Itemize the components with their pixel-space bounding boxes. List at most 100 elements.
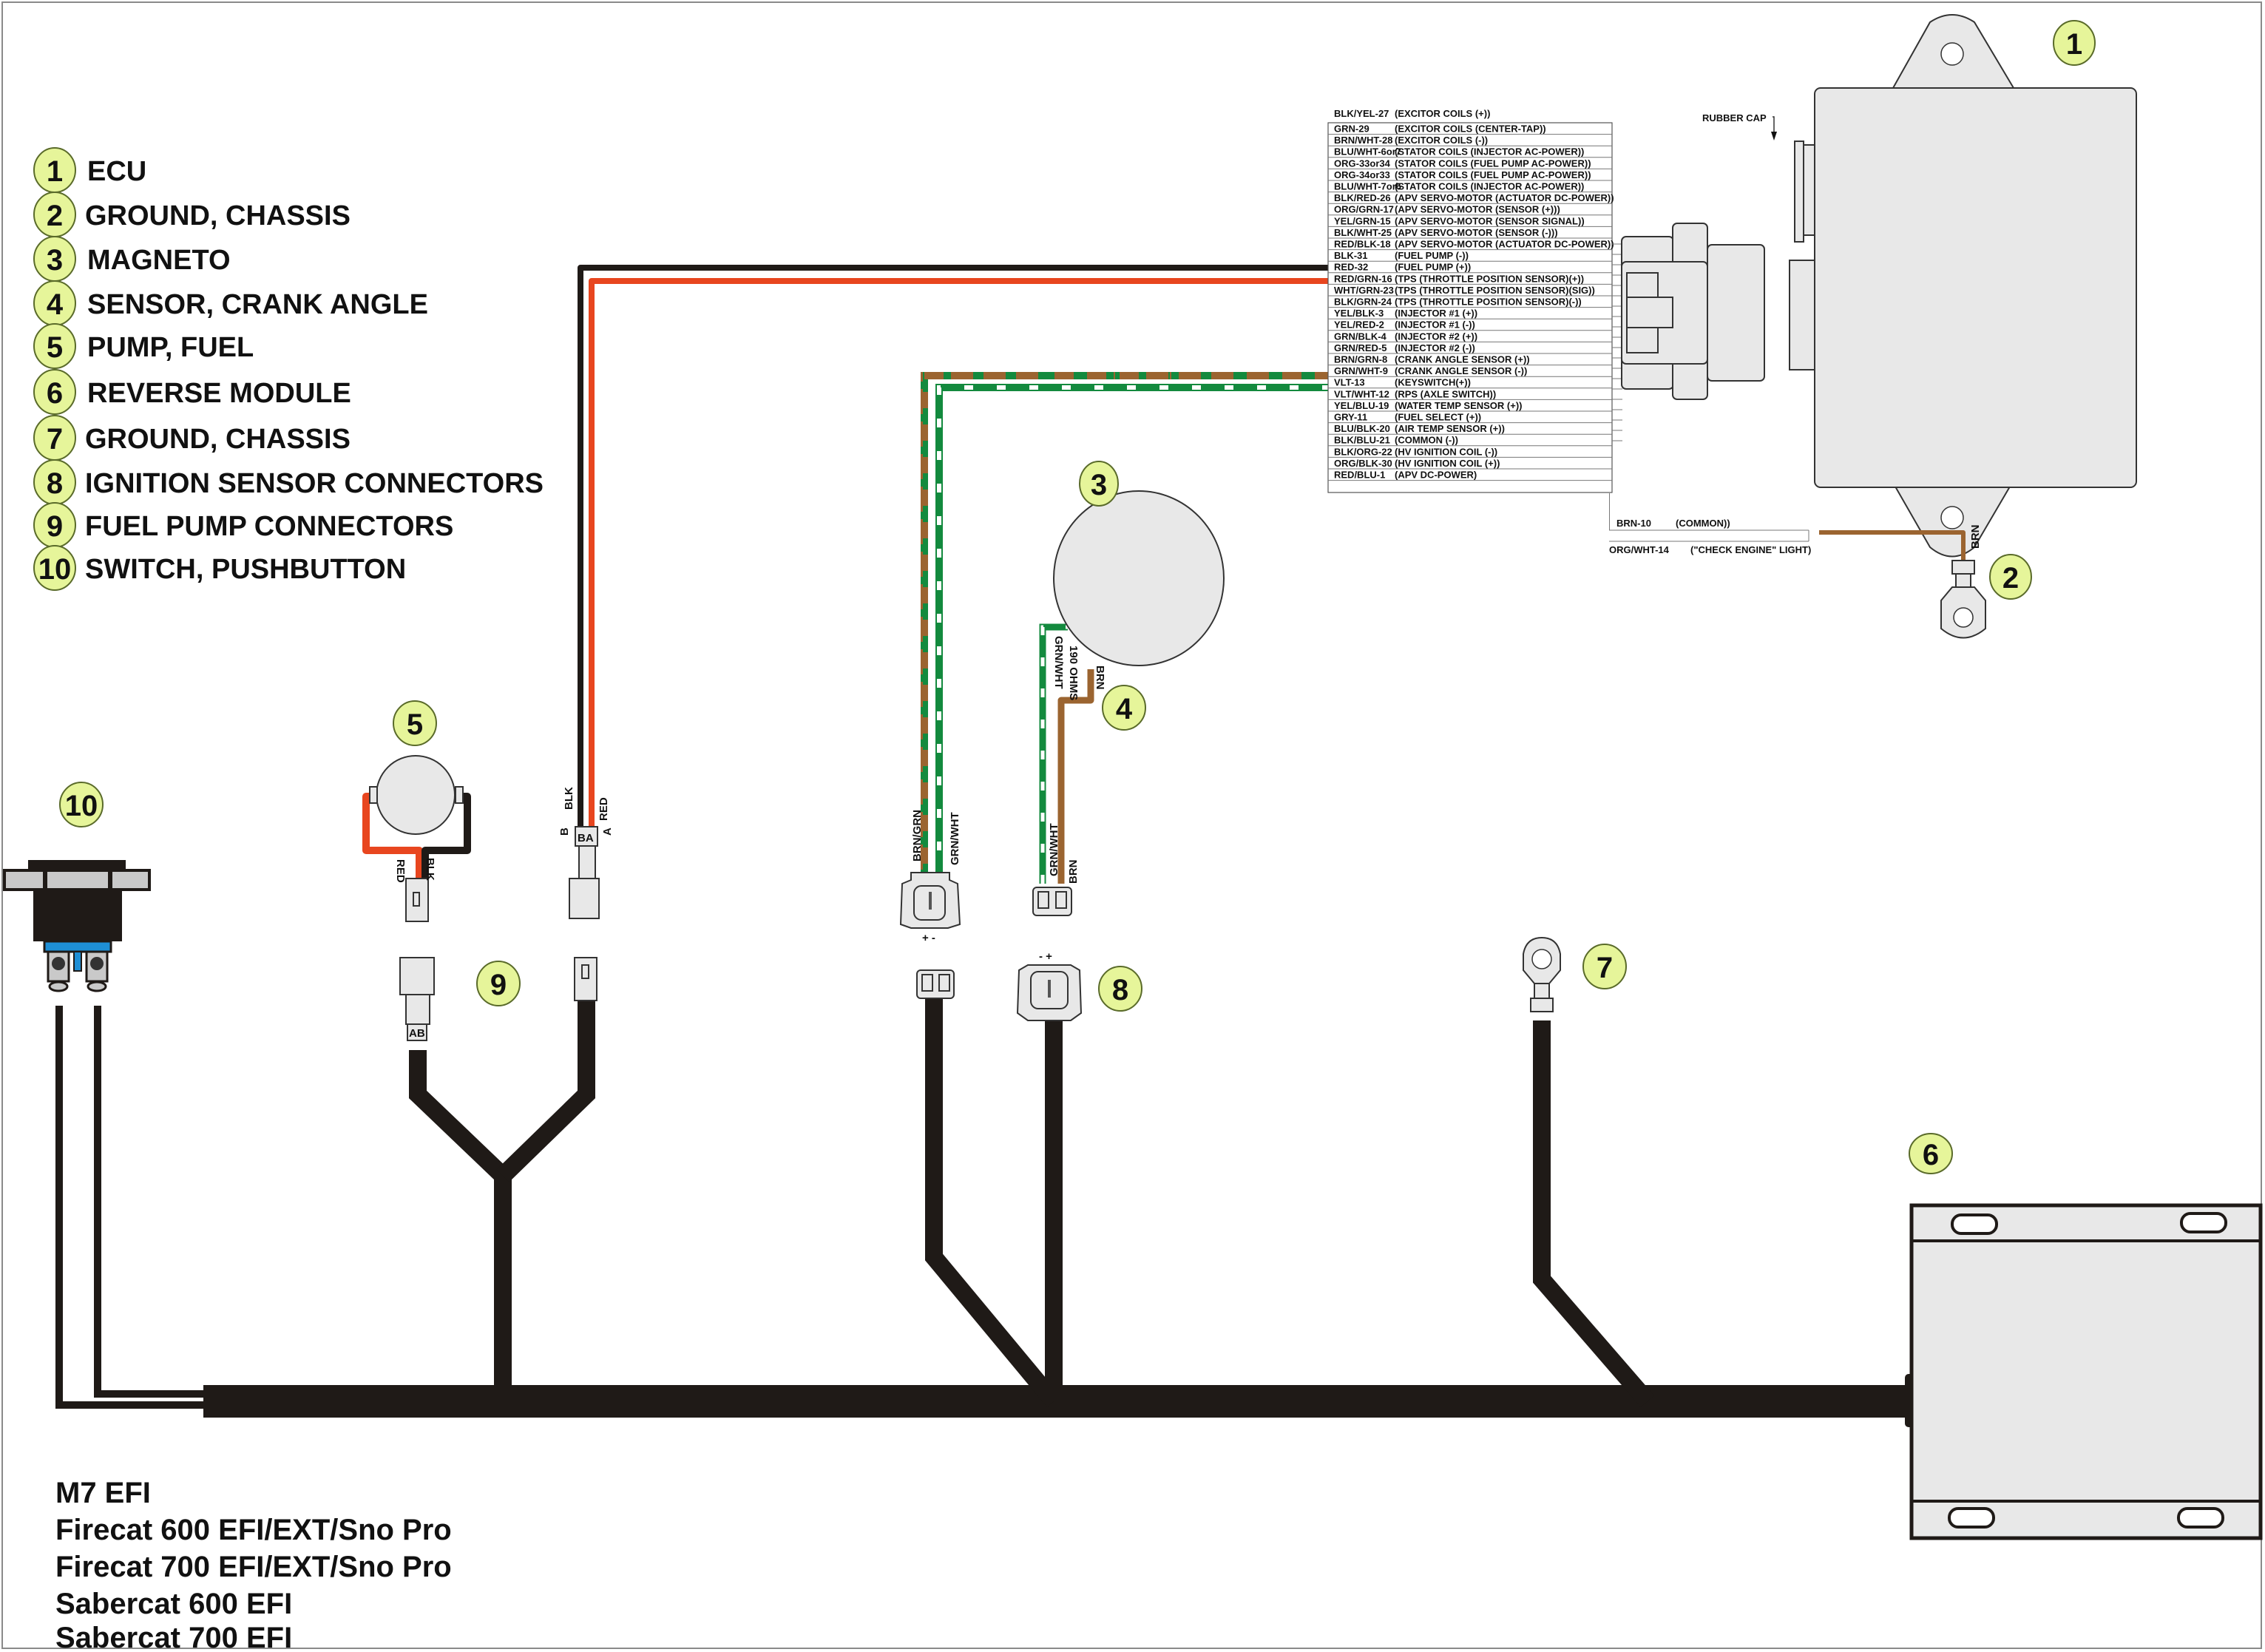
switch-lead-right: [94, 1006, 207, 1398]
badge-crank-sensor: 4: [1102, 685, 1146, 731]
legend: 1 ECU 2 GROUND, CHASSIS 3 MAGNETO 4 SENSOR, CRA…: [33, 147, 544, 591]
pin-wire: WHT/GRN-23: [1334, 285, 1394, 296]
pin-desc: (CRANK ANGLE SENSOR (-)): [1395, 365, 1527, 376]
pin-desc: (EXCITOR COILS (-)): [1395, 135, 1488, 146]
pin-wire: GRN/BLK-4: [1334, 331, 1387, 342]
pin-desc: (FUEL SELECT (+)): [1395, 412, 1481, 423]
badge-number: 7: [1597, 952, 1613, 984]
pin-wire: RED/BLU-1: [1334, 470, 1385, 481]
badge-number: 5: [47, 331, 63, 364]
pushbutton-switch[interactable]: [3, 860, 151, 992]
ecu-body[interactable]: [1789, 14, 2137, 880]
pin-footer-wire: ORG/WHT-14: [1609, 544, 1670, 555]
pin-footer-desc: ("CHECK ENGINE" LIGHT): [1690, 544, 1811, 555]
crank-sensor-brn-label-2: BRN: [1067, 860, 1080, 884]
fuel-harness-a-label: A: [601, 827, 614, 836]
ground2-wire-label: BRN: [1969, 525, 1982, 549]
pin-desc: (STATOR COILS (FUEL PUMP AC-POWER)): [1395, 158, 1591, 169]
pin-row: ORG-33or34 (STATOR COILS (FUEL PUMP AC-PO…: [1328, 158, 1612, 169]
pin-desc: (TPS (THROTTLE POSITION SENSOR)(-)): [1395, 297, 1582, 308]
legend-label: MAGNETO: [87, 245, 231, 276]
badge-number: 2: [47, 200, 63, 232]
badge-number: 8: [47, 467, 63, 500]
pin-wire: RED/BLK-18: [1334, 239, 1391, 250]
ignition-polarity-left: + -: [922, 932, 935, 944]
legend-label: FUEL PUMP CONNECTORS: [85, 511, 453, 542]
ignition-connector-harness-side[interactable]: [916, 969, 955, 999]
fuel-pump[interactable]: [362, 755, 471, 922]
legend-item: 1 ECU: [33, 147, 146, 193]
pin-desc: (INJECTOR #2 (+)): [1395, 331, 1477, 342]
resistance-label: 190 OHMS: [1067, 646, 1080, 700]
fuel-harness-pin-label: BA: [578, 832, 594, 844]
pin-wire: BRN/GRN-8: [1334, 354, 1387, 365]
pin-desc: (FUEL PUMP (+)): [1395, 262, 1471, 273]
pin-desc: (INJECTOR #1 (+)): [1395, 308, 1477, 319]
badge-magneto: 3: [1079, 461, 1119, 507]
pin-row: RED/GRN-16 (TPS (THROTTLE POSITION SENSOR…: [1328, 273, 1612, 285]
legend-label: IGNITION SENSOR CONNECTORS: [85, 468, 544, 499]
badge-number: 4: [47, 288, 64, 321]
rubber-cap: [1794, 141, 1804, 243]
ignition-connector-8[interactable]: [1016, 964, 1083, 1021]
magneto[interactable]: [1053, 490, 1225, 666]
model-name: Firecat 700 EFI/EXT/Sno Pro: [55, 1551, 452, 1583]
pin-desc: (WATER TEMP SENSOR (+)): [1395, 400, 1523, 411]
pin-wire: BLK/GRN-24: [1334, 297, 1392, 308]
ignition-polarity-right: - +: [1039, 950, 1052, 963]
pin-row: YEL/GRN-15 (APV SERVO-MOTOR (SENSOR SIGNA…: [1328, 215, 1612, 227]
reverse-module[interactable]: [1909, 1203, 2263, 1540]
crank-sensor-connector[interactable]: [1032, 887, 1072, 916]
pin-wire: BLU/WHT-6or7: [1334, 146, 1401, 158]
badge-number: 1: [2066, 28, 2082, 61]
pin-desc: (APV SERVO-MOTOR (SENSOR SIGNAL)): [1395, 215, 1585, 226]
ground7-branch: [1533, 1020, 1655, 1407]
legend-label: SWITCH, PUSHBUTTON: [85, 554, 406, 585]
badge-number: 9: [490, 969, 507, 1001]
switch-lead-left: [55, 1006, 207, 1409]
pin-header-desc: (EXCITOR COILS (+)): [1395, 108, 1490, 119]
pin-wire: YEL/RED-2: [1334, 319, 1384, 331]
rubber-cap-label: RUBBER CAP: [1702, 112, 1767, 123]
pin-wire: GRN/RED-5: [1334, 342, 1387, 353]
ground-terminal-7[interactable]: [1523, 936, 1561, 1012]
legend-item: 2 GROUND, CHASSIS: [33, 192, 351, 237]
pin-desc: (COMMON (-)): [1395, 435, 1458, 446]
pin-desc: (CRANK ANGLE SENSOR (+)): [1395, 354, 1530, 365]
ignition-connector-ecu-side[interactable]: [899, 872, 961, 929]
model-name: Sabercat 600 EFI: [55, 1588, 292, 1620]
badge-number: 7: [47, 423, 63, 456]
legend-label: SENSOR, CRANK ANGLE: [87, 289, 428, 320]
ground-terminal-2[interactable]: [1940, 560, 1986, 639]
fuel-harness-b-label: B: [558, 827, 571, 836]
badge-number: 8: [1112, 974, 1128, 1006]
badge-number: 3: [1091, 469, 1107, 501]
model-name: Firecat 600 EFI/EXT/Sno Pro: [55, 1514, 452, 1546]
pin-desc: (FUEL PUMP (-)): [1395, 250, 1469, 261]
pin-wire: BLK/BLU-21: [1334, 435, 1390, 446]
pin-wire: BLK-31: [1334, 250, 1368, 261]
badge-number: 2: [2002, 562, 2019, 595]
pin-wire: ORG/GRN-17: [1334, 204, 1394, 215]
fuel-branch-right: [496, 998, 595, 1182]
legend-item: 3 MAGNETO: [33, 236, 231, 282]
pin-row: ORG-34or33 (STATOR COILS (FUEL PUMP AC-PO…: [1328, 169, 1612, 181]
badge-ignition-connectors: 8: [1098, 966, 1142, 1012]
legend-label: GROUND, CHASSIS: [85, 424, 351, 455]
pin-wire: ORG/BLK-30: [1334, 458, 1392, 469]
pin-wire: RED-32: [1334, 262, 1368, 273]
pin-desc: (HV IGNITION COIL (-)): [1395, 446, 1497, 457]
model-name: M7 EFI: [55, 1477, 151, 1509]
badge-number: 6: [47, 377, 63, 410]
legend-badge: 8: [33, 459, 76, 505]
badge-ground-2: 2: [1989, 554, 2032, 600]
badge-ground-7: 7: [1582, 944, 1627, 989]
fuel-harness-red-label: RED: [597, 797, 610, 821]
crank-wire-brngrn-label: BRN/GRN: [911, 810, 924, 861]
legend-badge: 1: [33, 147, 76, 193]
ecu-connector[interactable]: [1621, 223, 1765, 400]
legend-item: 10 SWITCH, PUSHBUTTON: [33, 545, 406, 591]
legend-item: 7 GROUND, CHASSIS: [33, 415, 351, 461]
badge-number: 1: [47, 155, 63, 188]
legend-badge: 7: [33, 415, 76, 461]
